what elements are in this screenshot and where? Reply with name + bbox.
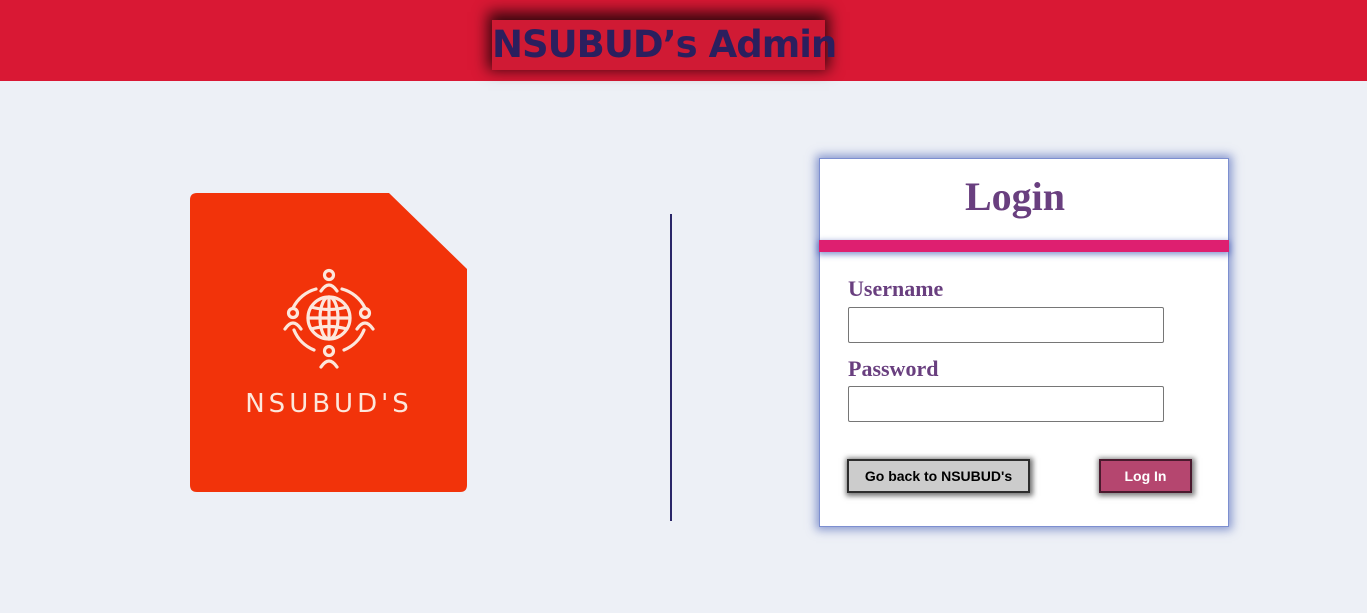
go-back-button[interactable]: Go back to NSUBUD's (847, 459, 1030, 493)
username-label: Username (848, 276, 944, 301)
login-title: Login (964, 174, 1066, 219)
vertical-divider (670, 214, 672, 521)
login-title-underline (819, 240, 1229, 252)
login-button[interactable]: Log In (1099, 459, 1192, 493)
logo-text: NSUBUD'S (245, 389, 413, 419)
admin-title: NSUBUD’s Admin (492, 20, 837, 70)
password-input[interactable] (848, 386, 1164, 422)
password-label: Password (848, 356, 939, 381)
username-input[interactable] (848, 307, 1164, 343)
nsubuds-logo: NSUBUD'S (190, 193, 467, 492)
login-card: Login Username Password Go back to NSUBU… (819, 158, 1229, 527)
top-header-bar: NSUBUD’s Admin (0, 0, 1367, 81)
